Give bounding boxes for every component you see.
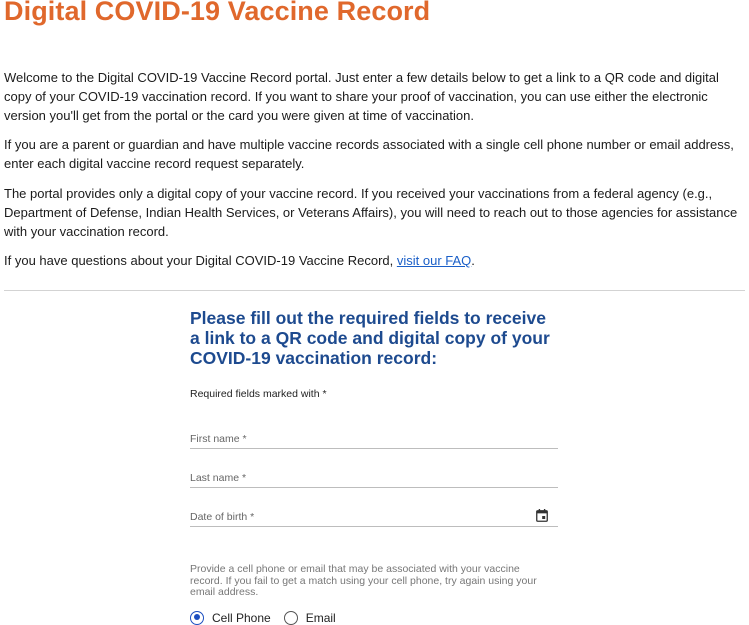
- radio-email-circle[interactable]: [283, 610, 298, 625]
- intro-text: Welcome to the Digital COVID-19 Vaccine …: [4, 68, 744, 280]
- calendar-icon[interactable]: [536, 509, 548, 522]
- date-of-birth-field[interactable]: Date of birth *: [190, 498, 558, 527]
- first-name-input[interactable]: [190, 420, 558, 448]
- vaccine-record-form: Please fill out the required fields to r…: [190, 308, 560, 625]
- intro-paragraph-federal: The portal provides only a digital copy …: [4, 186, 738, 239]
- radio-email-label: Email: [305, 610, 336, 625]
- radio-cell-phone-circle[interactable]: [190, 610, 204, 625]
- section-divider: [4, 290, 745, 291]
- date-of-birth-input[interactable]: [190, 498, 558, 526]
- radio-cell-phone-label: Cell Phone: [212, 610, 271, 625]
- intro-paragraph-welcome: Welcome to the Digital COVID-19 Vaccine …: [4, 70, 719, 123]
- last-name-field[interactable]: Last name *: [190, 459, 558, 488]
- faq-link[interactable]: visit our FAQ: [397, 253, 471, 268]
- contact-helper-text: Provide a cell phone or email that may b…: [190, 563, 537, 598]
- required-fields-note: Required fields marked with *: [190, 388, 327, 400]
- radio-email[interactable]: Email: [283, 610, 336, 625]
- form-heading: Please fill out the required fields to r…: [190, 308, 550, 368]
- page-title: Digital COVID-19 Vaccine Record: [4, 0, 431, 26]
- radio-cell-phone[interactable]: Cell Phone: [190, 610, 271, 625]
- contact-method-radio-group: Cell Phone Email: [190, 610, 560, 625]
- faq-prefix-text: If you have questions about your Digital…: [4, 253, 397, 268]
- last-name-input[interactable]: [190, 459, 558, 487]
- intro-paragraph-guardian: If you are a parent or guardian and have…: [4, 137, 734, 171]
- first-name-field[interactable]: First name *: [190, 420, 558, 449]
- faq-suffix-text: .: [471, 253, 475, 268]
- page: Digital COVID-19 Vaccine Record Welcome …: [0, 0, 749, 625]
- intro-paragraph-faq: If you have questions about your Digital…: [4, 251, 744, 270]
